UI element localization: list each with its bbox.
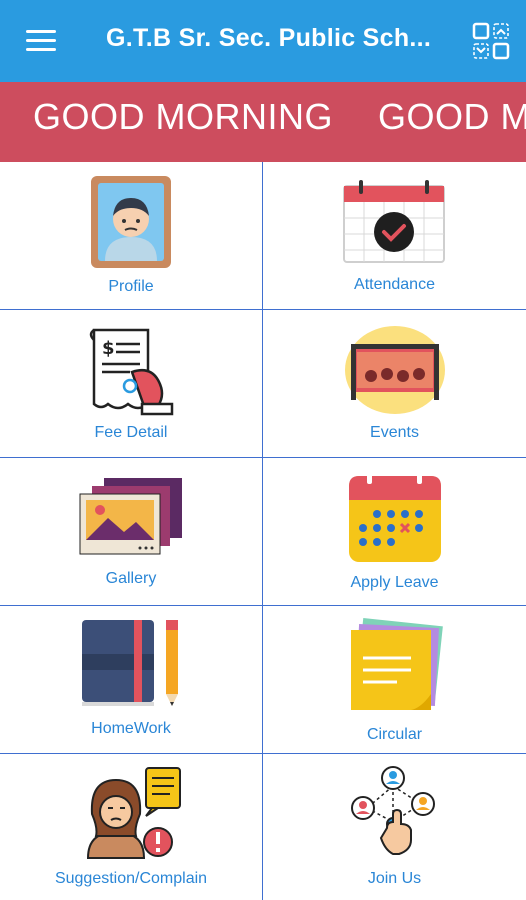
greeting-text-repeat: GOOD M: [378, 96, 526, 137]
tile-suggestion-complain-label: Suggestion/Complain: [54, 870, 208, 887]
leave-calendar-icon: [347, 468, 443, 569]
tile-join-us-label: Join Us: [367, 870, 422, 887]
tile-attendance[interactable]: Attendance: [263, 162, 526, 310]
dashboard-grid: Profile Attendance $ Fee Detail Events G…: [0, 162, 526, 900]
tile-gallery-label: Gallery: [105, 570, 157, 587]
svg-text:$: $: [102, 338, 115, 359]
circular-notes-icon: [347, 616, 443, 719]
tile-profile-label: Profile: [108, 278, 154, 295]
tile-events[interactable]: Events: [263, 310, 526, 458]
tile-fee-detail-label: Fee Detail: [94, 424, 168, 441]
tile-circular-label: Circular: [366, 726, 423, 743]
hamburger-menu-icon[interactable]: [26, 30, 56, 52]
tile-events-label: Events: [370, 424, 419, 441]
tile-apply-leave[interactable]: Apply Leave: [263, 458, 526, 606]
tile-gallery[interactable]: Gallery: [0, 458, 263, 606]
tile-apply-leave-label: Apply Leave: [350, 574, 439, 591]
suggestion-complain-icon: [80, 764, 184, 865]
profile-portrait-icon: [89, 174, 173, 275]
gallery-photos-icon: [78, 476, 184, 561]
tile-homework[interactable]: HomeWork: [0, 606, 263, 754]
tile-suggestion-complain[interactable]: Suggestion/Complain: [0, 754, 263, 900]
attendance-calendar-icon: [341, 180, 447, 269]
tile-fee-detail[interactable]: $ Fee Detail: [0, 310, 263, 458]
join-us-network-icon: [349, 764, 439, 865]
tile-join-us[interactable]: Join Us: [263, 754, 526, 900]
tile-circular[interactable]: Circular: [263, 606, 526, 754]
app-bar: G.T.B Sr. Sec. Public Sch...: [0, 0, 526, 82]
switch-account-icon[interactable]: [470, 20, 512, 62]
greeting-text: GOOD MORNING: [33, 96, 333, 137]
events-stage-icon: [343, 324, 447, 421]
tile-attendance-label: Attendance: [354, 276, 435, 293]
greeting-banner: GOOD MORNING GOOD M: [0, 82, 526, 162]
tile-homework-label: HomeWork: [91, 720, 171, 737]
app-title: G.T.B Sr. Sec. Public Sch...: [106, 24, 432, 52]
tile-profile[interactable]: Profile: [0, 162, 263, 310]
fee-receipt-icon: $: [88, 324, 178, 421]
homework-notebook-icon: [80, 618, 184, 713]
